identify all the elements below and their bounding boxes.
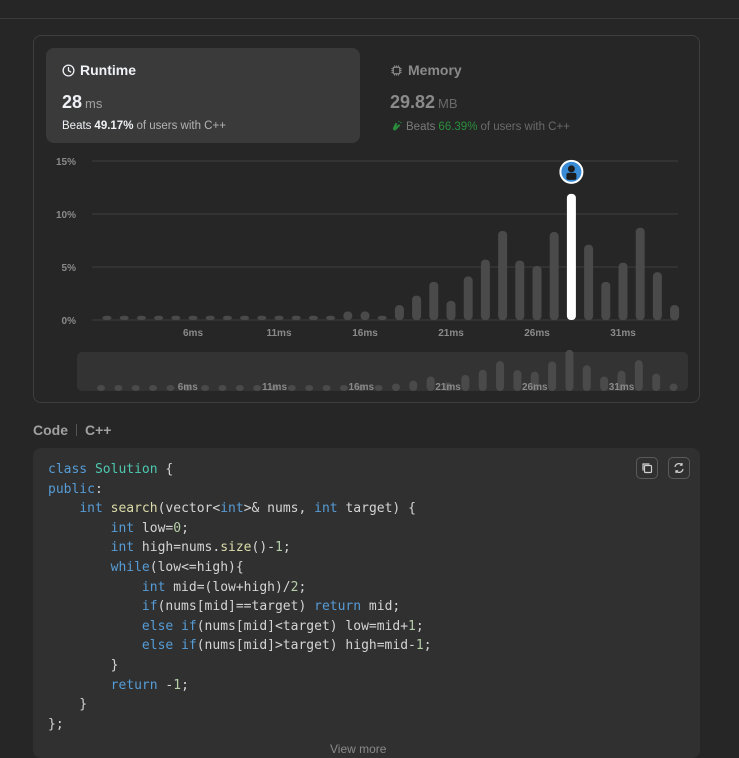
navigator-bar — [582, 365, 591, 391]
view-more-link[interactable]: View more — [330, 742, 386, 756]
bar — [188, 315, 198, 320]
navigator-bar — [513, 370, 522, 391]
bar — [670, 305, 680, 320]
navigator-bar — [652, 373, 661, 391]
navigator-bar — [149, 385, 158, 391]
x-tick-label: 21ms — [438, 328, 464, 339]
navigator-bar — [201, 385, 210, 391]
navigator-tick-label: 6ms — [178, 382, 198, 393]
code-language: C++ — [85, 422, 112, 438]
navigator-bar — [374, 385, 383, 391]
y-tick-label: 15% — [56, 157, 76, 168]
bar — [171, 315, 181, 320]
navigator-bar — [131, 385, 140, 391]
navigator-bar — [634, 360, 643, 391]
bar — [549, 232, 559, 320]
bar — [463, 276, 473, 320]
range-navigator — [77, 352, 688, 391]
bar — [102, 315, 112, 320]
bar — [601, 281, 611, 320]
performance-panel: Runtime 28 ms Beats 49.17% of users with … — [33, 35, 700, 403]
header-divider — [0, 18, 739, 19]
navigator-bar — [218, 385, 227, 391]
bar — [635, 227, 645, 320]
navigator-bar — [461, 374, 470, 391]
navigator-bar — [565, 349, 574, 391]
code-block: class Solution { public: int search(vect… — [33, 448, 700, 758]
bar — [222, 315, 232, 320]
bar — [240, 315, 250, 320]
navigator-bar — [600, 376, 609, 391]
navigator-bar — [669, 383, 678, 391]
reset-button[interactable] — [668, 457, 690, 479]
navigator-bar — [339, 385, 348, 391]
navigator-bar — [253, 385, 262, 391]
navigator-bar — [496, 361, 505, 391]
x-tick-label: 26ms — [524, 328, 550, 339]
x-tick-label: 31ms — [610, 328, 636, 339]
bar — [326, 315, 336, 320]
navigator-bar — [97, 385, 105, 391]
y-tick-label: 0% — [62, 316, 77, 327]
code-label-text: Code — [33, 422, 68, 438]
bar — [154, 315, 164, 320]
bar — [291, 315, 301, 320]
navigator-bar — [548, 361, 557, 391]
navigator-bar — [114, 385, 123, 391]
bar — [515, 260, 525, 320]
bar — [394, 305, 404, 320]
bar — [343, 311, 353, 320]
swap-icon — [674, 463, 684, 473]
runtime-distribution-chart[interactable]: 15% 10% 5% 0% 6ms 11ms 16ms 21ms 26ms 31ms 6ms 11ms… — [34, 36, 699, 396]
navigator-bar — [287, 385, 296, 391]
bar — [532, 265, 542, 320]
highlighted-bar — [566, 193, 576, 320]
code-content: class Solution { public: int search(vect… — [48, 462, 432, 732]
bar — [257, 315, 267, 320]
avatar-body — [566, 172, 577, 180]
navigator-bar — [391, 383, 400, 391]
bar — [429, 281, 439, 320]
navigator-tick-label: 16ms — [348, 382, 374, 393]
y-tick-label: 5% — [62, 263, 77, 274]
bar — [119, 315, 129, 320]
bar — [136, 315, 146, 320]
code-label: Code C++ — [33, 422, 111, 438]
navigator-tick-label: 31ms — [609, 382, 635, 393]
bar — [274, 315, 284, 320]
bar — [446, 300, 456, 320]
navigator-bar — [166, 385, 175, 391]
code-label-separator — [76, 424, 77, 436]
navigator-bar — [305, 385, 314, 391]
navigator-tick-label: 26ms — [522, 382, 548, 393]
avatar-head — [567, 165, 575, 173]
bar — [308, 315, 318, 320]
navigator-bar — [322, 385, 331, 391]
y-tick-label: 10% — [56, 210, 76, 221]
navigator-bar — [478, 369, 487, 391]
navigator-bar — [409, 380, 418, 391]
navigator-tick-label: 21ms — [435, 382, 461, 393]
x-tick-label: 11ms — [266, 328, 291, 339]
x-tick-label: 6ms — [183, 328, 203, 339]
bar — [360, 311, 370, 320]
bar — [584, 244, 594, 320]
copy-button[interactable] — [636, 457, 658, 479]
bar — [652, 272, 662, 320]
bar — [205, 315, 215, 320]
copy-icon — [642, 463, 653, 474]
bar — [618, 262, 628, 320]
bar — [498, 230, 508, 320]
navigator-bar — [426, 376, 435, 391]
navigator-bar — [235, 385, 244, 391]
bar — [377, 315, 387, 320]
bar — [412, 295, 422, 320]
navigator-tick-label: 11ms — [262, 382, 287, 393]
bar — [480, 259, 490, 320]
x-tick-label: 16ms — [352, 328, 378, 339]
